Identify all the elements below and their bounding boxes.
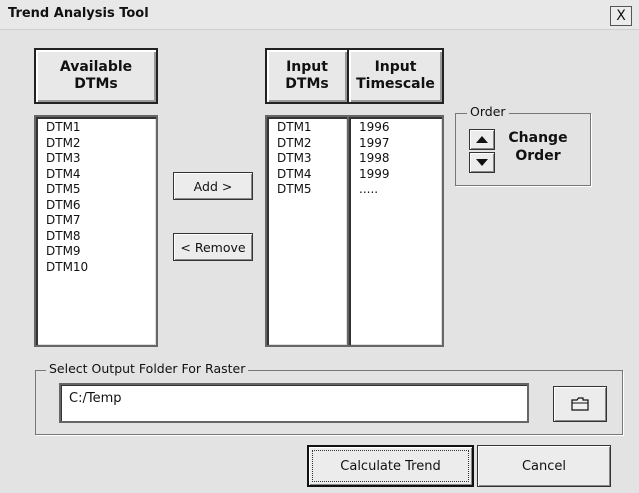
available-dtm-item[interactable]: DTM6 [36, 198, 156, 214]
available-dtm-item[interactable]: DTM2 [36, 136, 156, 152]
available-dtm-item[interactable]: DTM1 [36, 120, 156, 136]
output-folder-field[interactable]: C:/Temp [59, 383, 529, 423]
input-dtm-item[interactable]: DTM3 [267, 151, 347, 167]
calculate-trend-button[interactable]: Calculate Trend [307, 445, 474, 487]
timescale-item[interactable]: ..... [349, 182, 442, 198]
input-dtms-list[interactable]: DTM1 DTM2 DTM3 DTM4 DTM5 [265, 115, 349, 347]
input-dtm-item[interactable]: DTM2 [267, 136, 347, 152]
input-dtm-item[interactable]: DTM5 [267, 182, 347, 198]
timescale-item[interactable]: 1999 [349, 167, 442, 183]
timescale-item[interactable]: 1998 [349, 151, 442, 167]
input-timescale-list[interactable]: 1996 1997 1998 1999..... [347, 115, 444, 347]
input-timescale-header: Input Timescale [347, 48, 444, 104]
order-group-label: Order [467, 104, 509, 119]
move-up-button[interactable] [469, 129, 495, 150]
available-dtm-item[interactable]: DTM5 [36, 182, 156, 198]
browse-folder-button[interactable] [553, 386, 607, 422]
available-dtms-list[interactable]: DTM1 DTM2 DTM3 DTM4 DTM5 DTM6 DTM7 DTM8 DTM9 DTM1… [34, 115, 158, 347]
input-dtm-item[interactable]: DTM1 [267, 120, 347, 136]
input-dtm-item[interactable]: DTM4 [267, 167, 347, 183]
input-dtms-header: Input DTMs [265, 48, 349, 104]
output-folder-group-label: Select Output Folder For Raster [46, 361, 249, 376]
cancel-button[interactable]: Cancel [477, 445, 611, 487]
available-dtm-item[interactable]: DTM9 [36, 244, 156, 260]
available-dtm-item[interactable]: DTM8 [36, 229, 156, 245]
available-dtm-item[interactable]: DTM7 [36, 213, 156, 229]
available-dtms-header: Available DTMs [34, 48, 158, 104]
available-dtm-item[interactable]: DTM4 [36, 167, 156, 183]
timescale-item[interactable]: 1997 [349, 136, 442, 152]
folder-icon [571, 397, 589, 411]
window-title: Trend Analysis Tool [8, 6, 149, 21]
change-order-label: Change Order [508, 130, 568, 164]
available-dtm-item[interactable]: DTM10 [36, 260, 156, 276]
arrow-down-icon [476, 159, 488, 166]
move-down-button[interactable] [469, 152, 495, 173]
available-dtm-item[interactable]: DTM3 [36, 151, 156, 167]
remove-button[interactable]: < Remove [173, 233, 253, 261]
arrow-up-icon [476, 136, 488, 143]
close-button[interactable]: X [610, 6, 632, 26]
timescale-item[interactable]: 1996 [349, 120, 442, 136]
close-icon: X [616, 8, 626, 24]
add-button[interactable]: Add > [173, 172, 253, 200]
